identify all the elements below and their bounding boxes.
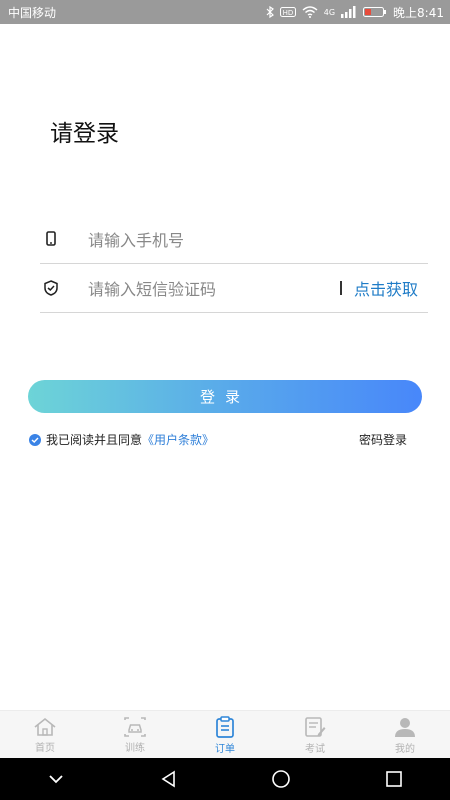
phone-icon bbox=[40, 228, 62, 250]
svg-text:HD: HD bbox=[282, 9, 293, 17]
phone-input[interactable]: 请输入手机号 bbox=[88, 227, 428, 251]
home-icon bbox=[34, 717, 56, 736]
page-title: 请登录 bbox=[50, 121, 119, 147]
wifi-icon bbox=[302, 6, 318, 18]
network-type-label: 4G bbox=[323, 7, 336, 17]
carrier-label: 中国移动 bbox=[8, 5, 57, 20]
back-icon[interactable] bbox=[159, 769, 179, 789]
phone-field[interactable]: 请输入手机号 bbox=[40, 215, 428, 264]
clipboard-icon bbox=[216, 715, 234, 738]
password-login-link[interactable]: 密码登录 bbox=[359, 431, 407, 448]
tab-orders[interactable]: 订单 bbox=[180, 711, 270, 759]
tab-label: 首页 bbox=[35, 742, 55, 754]
recents-icon[interactable] bbox=[384, 769, 404, 789]
tab-profile[interactable]: 我的 bbox=[360, 711, 450, 759]
tab-training[interactable]: 训练 bbox=[90, 711, 180, 759]
bottom-tab-bar: 首页 训练 订单 考试 我的 bbox=[0, 710, 450, 759]
status-icons: HD 4G 晚上8:41 bbox=[266, 4, 450, 21]
chevron-down-icon[interactable] bbox=[46, 772, 66, 786]
tab-label: 我的 bbox=[395, 743, 415, 755]
agreement-text: 我已阅读并且同意 bbox=[46, 433, 143, 447]
tab-label: 训练 bbox=[125, 742, 145, 754]
status-bar: 中国移动 HD 4G 晚上8:41 bbox=[0, 0, 450, 24]
system-nav-bar bbox=[0, 758, 450, 800]
signal-icon bbox=[341, 6, 356, 18]
tab-label: 考试 bbox=[305, 743, 325, 755]
tab-label: 订单 bbox=[215, 743, 235, 755]
shield-icon bbox=[40, 277, 62, 299]
agreement-row: 我已阅读并且同意 《用户条款》 bbox=[29, 431, 214, 448]
exam-icon bbox=[305, 716, 326, 737]
agreement-checkbox[interactable] bbox=[29, 433, 41, 446]
battery-icon bbox=[363, 7, 387, 17]
tab-exam[interactable]: 考试 bbox=[270, 711, 360, 759]
sms-code-field[interactable]: 请输入短信验证码 点击获取 bbox=[40, 264, 428, 313]
sms-code-input[interactable]: 请输入短信验证码 bbox=[88, 276, 340, 300]
check-icon bbox=[31, 437, 39, 443]
home-nav-icon[interactable] bbox=[271, 769, 291, 789]
bluetooth-icon bbox=[266, 6, 274, 18]
user-icon bbox=[395, 717, 415, 737]
login-button[interactable]: 登录 bbox=[28, 380, 422, 413]
terms-link[interactable]: 《用户条款》 bbox=[142, 431, 214, 448]
car-icon bbox=[124, 716, 146, 737]
clock-label: 晚上8:41 bbox=[393, 5, 444, 20]
tab-home[interactable]: 首页 bbox=[0, 711, 90, 759]
divider bbox=[339, 281, 342, 295]
get-code-button[interactable]: 点击获取 bbox=[354, 276, 418, 300]
hd-icon: HD bbox=[279, 7, 296, 17]
